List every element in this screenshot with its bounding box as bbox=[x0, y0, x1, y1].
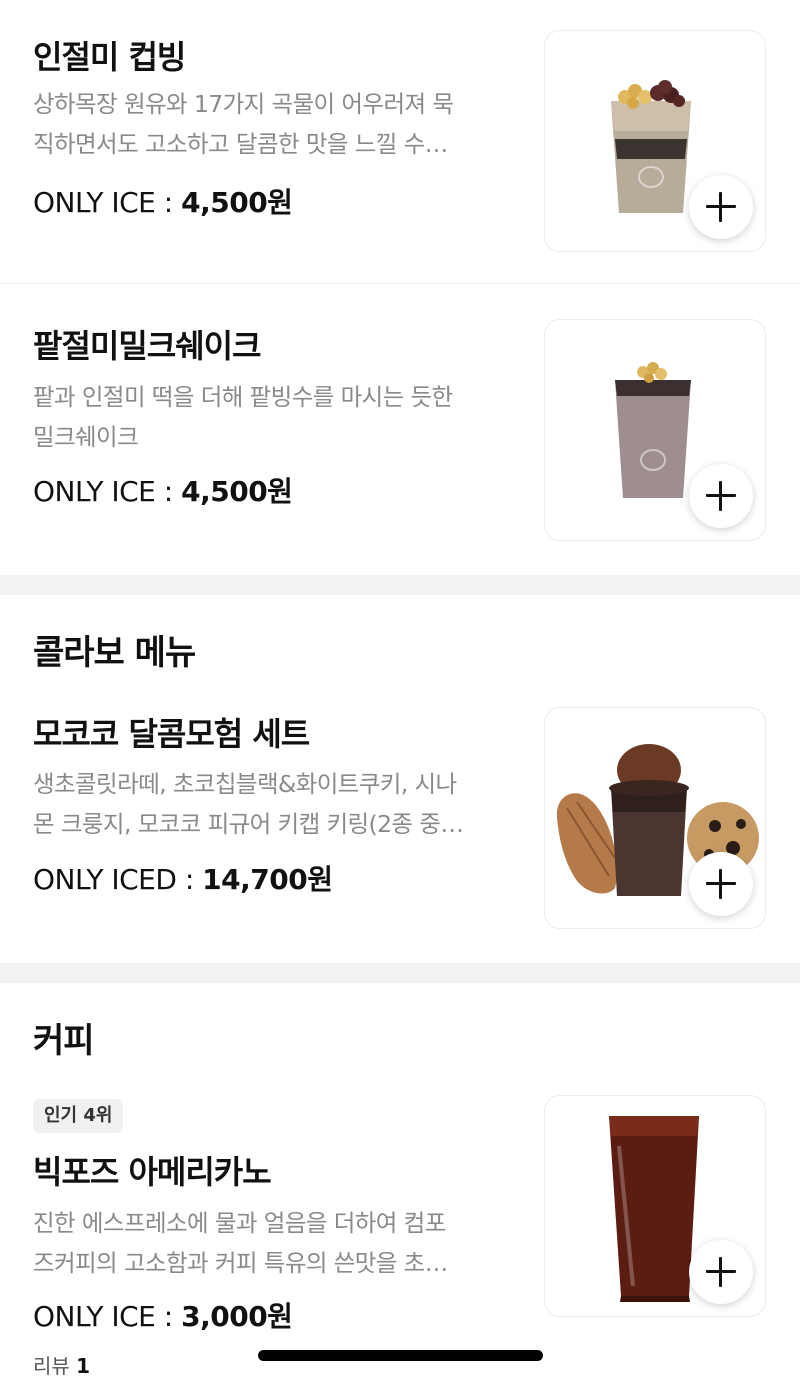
plus-icon[interactable] bbox=[689, 175, 753, 239]
item-title: 팥절미밀크쉐이크 bbox=[33, 327, 262, 365]
section-divider bbox=[0, 575, 800, 595]
item-image[interactable] bbox=[544, 707, 766, 929]
divider bbox=[0, 283, 800, 284]
item-description: 상하목장 원유와 17가지 곡물이 어우러져 묵 직하면서도 고소하고 달콤한 … bbox=[33, 90, 454, 158]
item-description: 진한 에스프레소에 물과 얼음을 더하여 컴포 즈커피의 고소함과 커피 특유의… bbox=[33, 1209, 448, 1277]
plus-icon[interactable] bbox=[689, 464, 753, 528]
item-title: 인절미 컵빙 bbox=[33, 38, 186, 76]
section-title-coffee: 커피 bbox=[33, 1021, 95, 1061]
plus-icon[interactable] bbox=[689, 852, 753, 916]
item-price: ONLY ICED : 14,700원 bbox=[33, 863, 333, 896]
item-image[interactable] bbox=[544, 319, 766, 541]
plus-icon[interactable] bbox=[689, 1240, 753, 1304]
item-title: 빅포즈 아메리카노 bbox=[33, 1153, 272, 1191]
section-divider bbox=[0, 963, 800, 983]
rank-badge: 인기 4위 bbox=[33, 1099, 124, 1133]
item-description: 생초콜릿라떼, 초코칩블랙&화이트쿠키, 시나 몬 크룽지, 모코코 피규어 키… bbox=[33, 770, 464, 838]
item-image[interactable] bbox=[544, 30, 766, 252]
review-count[interactable]: 리뷰 1 bbox=[33, 1350, 90, 1377]
section-title-collab: 콜라보 메뉴 bbox=[33, 633, 196, 673]
item-price: ONLY ICE : 4,500원 bbox=[33, 186, 293, 219]
item-image[interactable] bbox=[544, 1095, 766, 1317]
item-price: ONLY ICE : 3,000원 bbox=[33, 1300, 293, 1333]
item-description: 팥과 인절미 떡을 더해 팥빙수를 마시는 듯한 밀크쉐이크 bbox=[33, 383, 453, 451]
home-indicator[interactable] bbox=[258, 1350, 543, 1361]
item-title: 모코코 달콤모험 세트 bbox=[33, 715, 310, 753]
item-price: ONLY ICE : 4,500원 bbox=[33, 475, 293, 508]
